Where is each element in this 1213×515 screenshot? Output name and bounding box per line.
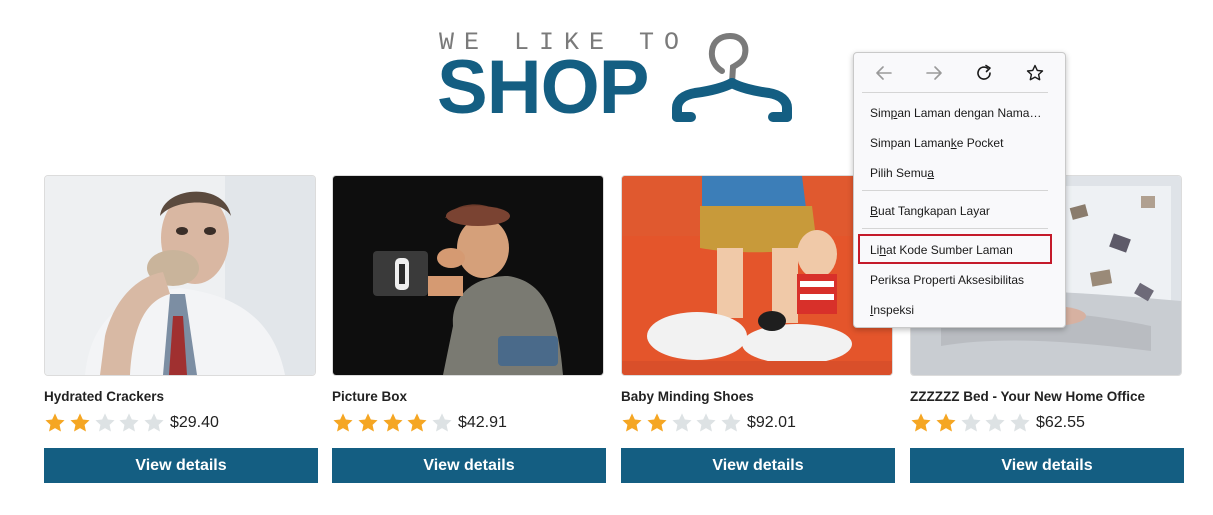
bookmark-star-icon[interactable] bbox=[1025, 64, 1045, 82]
star-empty-icon bbox=[95, 413, 115, 432]
highlight-box bbox=[858, 234, 1052, 264]
product-price: $42.91 bbox=[457, 414, 507, 431]
star-empty-icon bbox=[672, 413, 692, 432]
star-filled-icon bbox=[936, 413, 956, 432]
star-filled-icon bbox=[647, 413, 667, 432]
forward-arrow-icon[interactable] bbox=[924, 64, 944, 82]
menu-item-take-screenshot[interactable]: Buat Tangkapan Layar bbox=[860, 198, 1048, 224]
back-arrow-icon[interactable] bbox=[874, 64, 894, 82]
menu-item-save-to-pocket[interactable]: Simpan Laman ke Pocket bbox=[860, 130, 1048, 156]
product-name[interactable]: Baby Minding Shoes bbox=[621, 389, 754, 404]
context-menu-nav-bar bbox=[854, 53, 1065, 93]
view-details-button[interactable]: View details bbox=[910, 448, 1184, 483]
menu-separator bbox=[862, 190, 1048, 191]
view-details-button[interactable]: View details bbox=[332, 448, 606, 483]
product-rating: $42.91 bbox=[332, 411, 507, 435]
star-empty-icon bbox=[119, 413, 139, 432]
star-empty-icon bbox=[985, 413, 1005, 432]
star-filled-icon bbox=[45, 413, 65, 432]
star-empty-icon bbox=[721, 413, 741, 432]
reload-icon[interactable] bbox=[975, 64, 995, 82]
star-filled-icon bbox=[622, 413, 642, 432]
browser-context-menu: Sim p an Laman dengan Nama… Simpan Laman k… bbox=[853, 52, 1066, 328]
menu-item-inspect[interactable]: Inspeksi bbox=[860, 297, 1048, 323]
menu-item-select-all[interactable]: Pilih Semu a bbox=[860, 160, 1048, 186]
view-details-button[interactable]: View details bbox=[44, 448, 318, 483]
product-price: $29.40 bbox=[169, 414, 219, 431]
product-rating: $29.40 bbox=[44, 411, 219, 435]
star-filled-icon bbox=[383, 413, 403, 432]
site-logo[interactable]: WE LIKE TO SHOP bbox=[437, 28, 797, 128]
star-filled-icon bbox=[911, 413, 931, 432]
star-empty-icon bbox=[696, 413, 716, 432]
star-filled-icon bbox=[333, 413, 353, 432]
view-details-button[interactable]: View details bbox=[621, 448, 895, 483]
hanger-icon bbox=[672, 32, 792, 122]
star-empty-icon bbox=[144, 413, 164, 432]
product-price: $92.01 bbox=[746, 414, 796, 431]
star-filled-icon bbox=[358, 413, 378, 432]
menu-separator bbox=[862, 228, 1048, 229]
star-empty-icon bbox=[1010, 413, 1030, 432]
menu-item-inspect-accessibility[interactable]: Periksa Properti Aksesibilitas bbox=[860, 267, 1048, 293]
star-filled-icon bbox=[407, 413, 427, 432]
product-image[interactable] bbox=[332, 175, 604, 376]
star-empty-icon bbox=[432, 413, 452, 432]
star-filled-icon bbox=[70, 413, 90, 432]
star-empty-icon bbox=[961, 413, 981, 432]
product-name[interactable]: Picture Box bbox=[332, 389, 407, 404]
menu-separator bbox=[862, 92, 1048, 93]
menu-item-save-page-as[interactable]: Sim p an Laman dengan Nama… bbox=[860, 100, 1048, 126]
product-image[interactable] bbox=[44, 175, 316, 376]
product-price: $62.55 bbox=[1035, 414, 1085, 431]
product-rating: $92.01 bbox=[621, 411, 796, 435]
product-name[interactable]: ZZZZZZ Bed - Your New Home Office bbox=[910, 389, 1145, 404]
logo-title: SHOP bbox=[437, 45, 649, 130]
product-rating: $62.55 bbox=[910, 411, 1085, 435]
product-name[interactable]: Hydrated Crackers bbox=[44, 389, 164, 404]
